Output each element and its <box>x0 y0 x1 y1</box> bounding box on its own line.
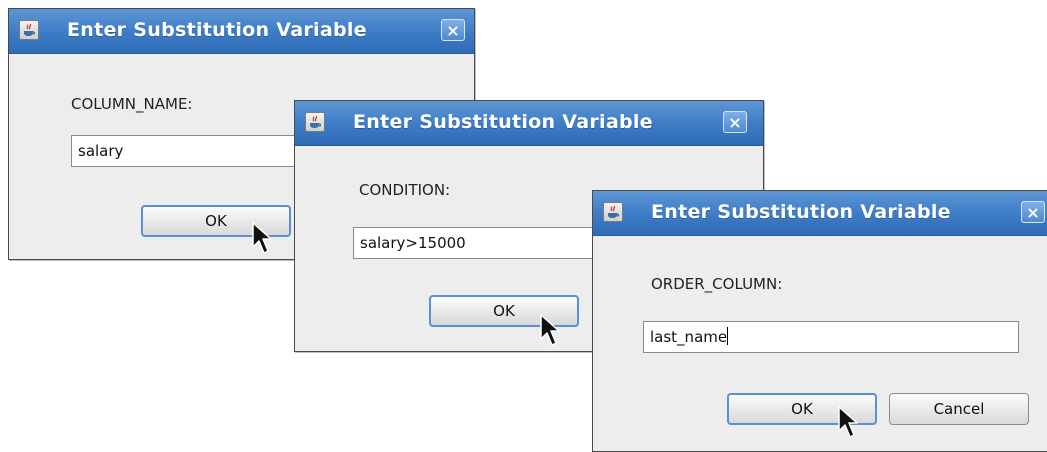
close-icon: × <box>1026 203 1040 222</box>
mouse-pointer-icon <box>838 406 858 438</box>
field-label: ORDER_COLUMN: <box>651 275 783 293</box>
java-app-icon <box>603 202 623 222</box>
close-button[interactable]: × <box>1021 201 1045 223</box>
text-caret <box>727 327 729 345</box>
input-value: last_name <box>650 328 728 346</box>
close-button[interactable]: × <box>723 111 747 133</box>
cancel-button[interactable]: Cancel <box>889 393 1029 425</box>
dialog-title: Enter Substitution Variable <box>651 201 951 223</box>
dialog-title: Enter Substitution Variable <box>353 111 653 133</box>
dialog-titlebar[interactable]: Enter Substitution Variable × <box>593 191 1047 236</box>
condition-input[interactable]: salary>15000 <box>353 227 603 259</box>
dialog-order-column: Enter Substitution Variable × ORDER_COLU… <box>592 190 1047 452</box>
input-value: salary <box>78 142 124 160</box>
input-value: salary>15000 <box>360 234 466 252</box>
close-icon: × <box>728 113 742 132</box>
close-icon: × <box>446 21 460 40</box>
order-column-input[interactable]: last_name <box>643 321 1019 353</box>
java-app-icon <box>19 20 39 40</box>
dialog-titlebar[interactable]: Enter Substitution Variable × <box>295 101 763 146</box>
field-label: CONDITION: <box>359 181 451 199</box>
mouse-pointer-icon <box>252 222 272 254</box>
close-button[interactable]: × <box>441 19 465 41</box>
dialog-title: Enter Substitution Variable <box>67 19 367 41</box>
field-label: COLUMN_NAME: <box>71 95 193 113</box>
mouse-pointer-icon <box>540 314 560 346</box>
java-app-icon <box>305 112 325 132</box>
dialog-titlebar[interactable]: Enter Substitution Variable × <box>9 9 474 54</box>
